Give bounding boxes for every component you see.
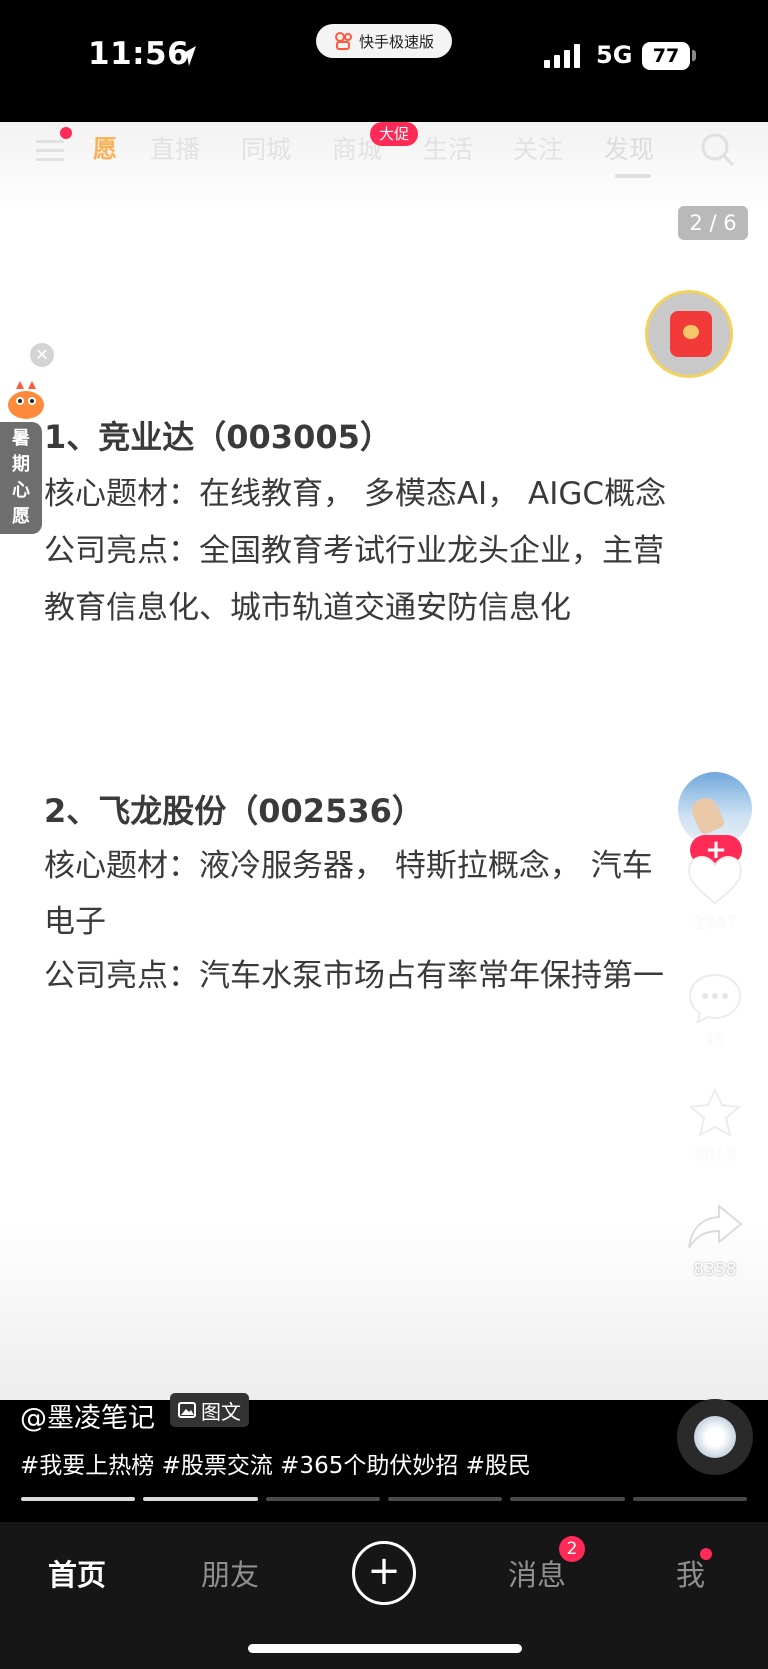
battery-indicator: 77	[642, 42, 690, 70]
share-count: 8358	[693, 1260, 737, 1280]
location-arrow-icon	[180, 46, 196, 66]
tab-local[interactable]: 同城	[241, 134, 291, 166]
tab-friends[interactable]: 朋友	[201, 1552, 259, 1594]
wish-icon[interactable]: 愿	[90, 134, 120, 164]
tab-live[interactable]: 直播	[150, 134, 200, 166]
post-type-label: 图文	[201, 1399, 241, 1424]
search-icon[interactable]	[698, 130, 736, 168]
summer-wish-banner[interactable]: 暑期心愿	[0, 422, 42, 534]
status-bar: 11:56 快手极速版 5G 77	[0, 0, 768, 122]
mascot-icon	[8, 381, 44, 419]
comment-icon	[688, 973, 742, 1024]
stock1-title: 1、竞业达（003005）	[44, 418, 392, 456]
network-type: 5G	[596, 41, 633, 69]
post-content-area[interactable]: 愿 直播 同城 商城 大促 生活 关注 发现 2 / 6 ✕ 暑期心愿 1、竞业…	[0, 122, 768, 1400]
author-name[interactable]: @墨凌笔记	[20, 1396, 155, 1435]
app-name: 快手极速版	[358, 32, 434, 51]
favorite-button[interactable]: 3013	[680, 1087, 750, 1165]
image-icon	[178, 1402, 196, 1418]
close-icon[interactable]: ✕	[30, 343, 54, 367]
active-tab-underline	[615, 174, 651, 178]
bottom-tab-bar: 首页 朋友 + 消息 2 我	[0, 1522, 768, 1669]
menu-notification-dot	[60, 127, 72, 139]
me-notification-dot	[700, 1548, 712, 1560]
progress-segment	[21, 1497, 136, 1501]
share-icon	[688, 1203, 743, 1249]
top-nav: 愿 直播 同城 商城 大促 生活 关注 发现	[0, 122, 768, 182]
post-type-tag: 图文	[170, 1393, 249, 1427]
like-count: 2947	[693, 913, 737, 933]
tab-messages[interactable]: 消息	[508, 1552, 566, 1594]
page-progress-bar	[21, 1497, 747, 1501]
status-time: 11:56	[88, 36, 190, 72]
progress-segment	[632, 1497, 747, 1501]
stock1-highlights-cont: 教育信息化、城市轨道交通安防信息化	[44, 590, 571, 626]
messages-badge: 2	[559, 1536, 585, 1562]
signal-icon	[544, 44, 580, 68]
comment-button[interactable]: 95	[680, 972, 750, 1050]
stock2-themes: 核心题材：液冷服务器， 特斯拉概念， 汽车	[44, 848, 653, 884]
red-packet-icon[interactable]	[645, 290, 733, 378]
summer-wish-label: 暑期心愿	[12, 428, 30, 527]
progress-segment	[143, 1497, 258, 1501]
tab-me[interactable]: 我	[676, 1552, 705, 1594]
stock1-themes: 核心题材：在线教育， 多模态AI， AIGC概念	[44, 476, 667, 512]
stock1-highlights: 公司亮点：全国教育考试行业龙头企业，主营	[44, 533, 664, 569]
hashtags[interactable]: #我要上热榜 #股票交流 #365个助伏妙招 #股民	[20, 1446, 531, 1480]
comment-count: 95	[704, 1030, 726, 1050]
create-button[interactable]: +	[352, 1541, 416, 1605]
app-switch-pill[interactable]: 快手极速版	[316, 24, 452, 58]
progress-segment	[510, 1497, 625, 1501]
star-icon	[688, 1087, 742, 1137]
kuaishou-logo-icon	[334, 32, 352, 50]
heart-icon	[687, 855, 743, 905]
music-disc-icon[interactable]	[677, 1399, 753, 1475]
promo-badge: 大促	[370, 122, 418, 146]
page-counter: 2 / 6	[678, 206, 748, 240]
stock2-title: 2、飞龙股份（002536）	[44, 792, 424, 830]
like-button[interactable]: 2947	[680, 855, 750, 933]
tab-following[interactable]: 关注	[513, 134, 563, 166]
progress-segment	[265, 1497, 380, 1501]
tab-life[interactable]: 生活	[423, 134, 473, 166]
share-button[interactable]: 8358	[680, 1202, 750, 1280]
progress-segment	[387, 1497, 503, 1501]
stock2-themes-cont: 电子	[44, 904, 106, 940]
battery-cap	[692, 50, 696, 61]
tab-home[interactable]: 首页	[48, 1552, 106, 1594]
favorite-count: 3013	[693, 1145, 737, 1165]
home-indicator[interactable]	[248, 1644, 522, 1653]
tab-discover[interactable]: 发现	[604, 134, 654, 166]
stock2-highlights: 公司亮点：汽车水泵市场占有率常年保持第一	[44, 958, 664, 994]
